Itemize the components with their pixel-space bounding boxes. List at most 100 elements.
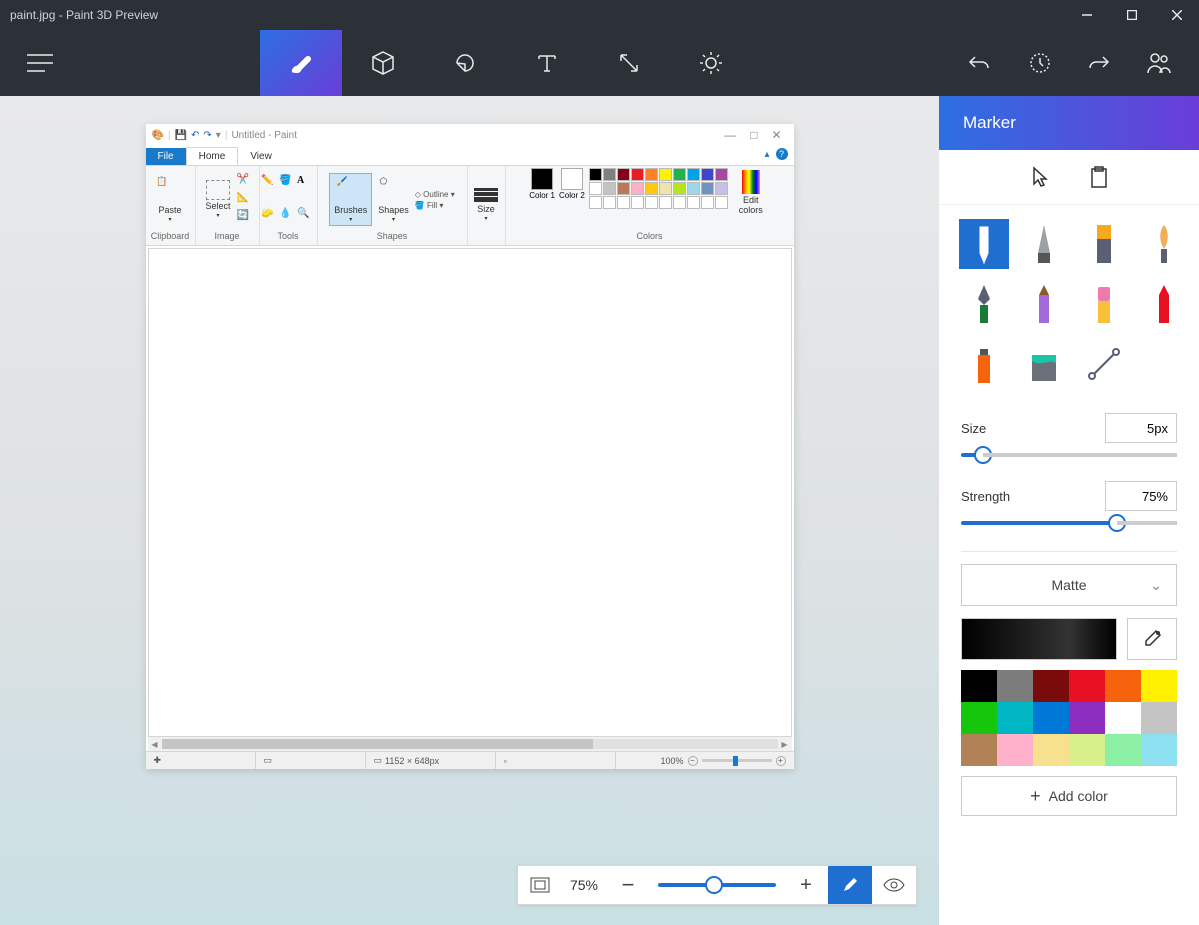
selection-icon: ▭ [264,755,273,766]
size-slider[interactable] [961,453,1177,457]
canvas-area[interactable]: 🎨 | 💾 ↶ ↷ ▾ | Untitled - Paint — □ ✕ Fil… [0,96,939,925]
palette-swatch[interactable] [1141,702,1177,734]
history-button[interactable] [1009,30,1069,96]
brush-pencil[interactable] [1019,279,1069,329]
palette-swatch[interactable] [1141,734,1177,766]
brush-calligraphy[interactable] [1139,219,1189,269]
zoom-in-button[interactable]: + [784,866,828,904]
palette-swatch[interactable] [997,734,1033,766]
palette-swatch[interactable] [997,702,1033,734]
material-select[interactable]: Matte ⌄ [961,564,1177,606]
add-color-button[interactable]: + Add color [961,776,1177,816]
redo-icon: ↷ [203,130,211,141]
paint-icon: 🎨 [152,130,164,141]
brush-marker[interactable] [959,219,1009,269]
paint-window-title: Untitled - Paint [231,130,297,141]
palette-swatch[interactable] [1069,702,1105,734]
zoom-slider[interactable] [658,883,776,887]
brush-ink[interactable] [959,279,1009,329]
brush-highlighter[interactable] [1079,219,1129,269]
paint-color2-label: Color 2 [559,191,585,200]
redo-button[interactable] [1069,30,1129,96]
palette-swatch[interactable] [961,670,997,702]
filesize-icon: ▫ [504,756,507,766]
help-icon: ? [776,148,788,160]
strength-label: Strength [961,489,1010,504]
main-toolbar [0,30,1199,96]
palette-swatch[interactable] [1105,702,1141,734]
paint-paste-label: Paste [158,205,181,215]
select-tool-button[interactable] [1030,166,1050,188]
palette-swatch[interactable] [1033,734,1069,766]
palette-swatch[interactable] [1141,670,1177,702]
paint-tab-home: Home [186,147,239,165]
paint-group-tools: Tools [277,231,298,243]
paint-close-icon: ✕ [771,128,781,142]
paint-tab-file: File [146,148,186,165]
fit-to-screen-button[interactable] [518,866,562,904]
tab-canvas[interactable] [588,30,670,96]
embedded-paint-window: 🎨 | 💾 ↶ ↷ ▾ | Untitled - Paint — □ ✕ Fil… [146,124,794,769]
paint-edit-colors-label: Edit colors [736,195,766,215]
menu-button[interactable] [0,30,80,96]
add-color-label: Add color [1049,788,1108,804]
titlebar: paint.jpg - Paint 3D Preview [0,0,1199,30]
dimensions-icon: ▭ [374,755,383,766]
chevron-down-icon: ⌄ [1150,577,1162,594]
brush-fountain[interactable] [1019,219,1069,269]
brush-fill[interactable] [1019,339,1069,389]
paint-color1-label: Color 1 [529,191,555,200]
paste-tool-button[interactable] [1090,166,1108,188]
plus-icon: + [1030,786,1041,807]
close-button[interactable] [1154,0,1199,30]
community-button[interactable] [1129,30,1189,96]
paint-scrollbar-horizontal: ◀▶ [148,737,792,751]
brush-grid [939,205,1199,403]
brush-spray[interactable] [959,339,1009,389]
tab-text[interactable] [506,30,588,96]
paint-brushes-label: Brushes [334,205,367,215]
minimize-button[interactable] [1064,0,1109,30]
paint-color-swatches [589,168,728,209]
paint-shapes-label: Shapes [378,205,409,215]
palette-swatch[interactable] [1033,670,1069,702]
maximize-button[interactable] [1109,0,1154,30]
brush-line[interactable] [1079,339,1129,389]
paint-select-label: Select [206,201,231,211]
edit-mode-button[interactable] [828,866,872,904]
paint-fill-label: Fill [427,201,437,210]
tab-effects[interactable] [670,30,752,96]
paint-tab-view: View [238,148,284,165]
palette-swatch[interactable] [1069,670,1105,702]
save-icon: 💾 [175,130,187,141]
brush-eraser[interactable] [1079,279,1129,329]
strength-slider[interactable] [961,521,1177,525]
palette-swatch[interactable] [1105,734,1141,766]
paint-group-clipboard: Clipboard [151,231,190,243]
paint-size-label: Size [477,204,495,214]
palette-swatch[interactable] [1105,670,1141,702]
size-input[interactable] [1105,413,1177,443]
tab-brushes[interactable] [260,30,342,96]
zoom-value: 75% [562,866,606,904]
color-palette [961,670,1177,766]
tab-3d[interactable] [342,30,424,96]
undo-icon: ↶ [191,130,199,141]
undo-button[interactable] [949,30,1009,96]
view-mode-button[interactable] [872,866,916,904]
paint-dimensions: 1152 × 648px [385,756,439,766]
palette-swatch[interactable] [961,734,997,766]
brush-crayon[interactable] [1139,279,1189,329]
strength-input[interactable] [1105,481,1177,511]
paint-group-colors: Colors [636,231,662,243]
tab-stickers[interactable] [424,30,506,96]
eyedropper-button[interactable] [1127,618,1177,660]
zoom-out-button[interactable]: − [606,866,650,904]
paint-canvas [148,248,792,737]
palette-swatch[interactable] [997,670,1033,702]
palette-swatch[interactable] [1033,702,1069,734]
current-color-swatch[interactable] [961,618,1117,660]
palette-swatch[interactable] [961,702,997,734]
size-label: Size [961,421,986,436]
palette-swatch[interactable] [1069,734,1105,766]
